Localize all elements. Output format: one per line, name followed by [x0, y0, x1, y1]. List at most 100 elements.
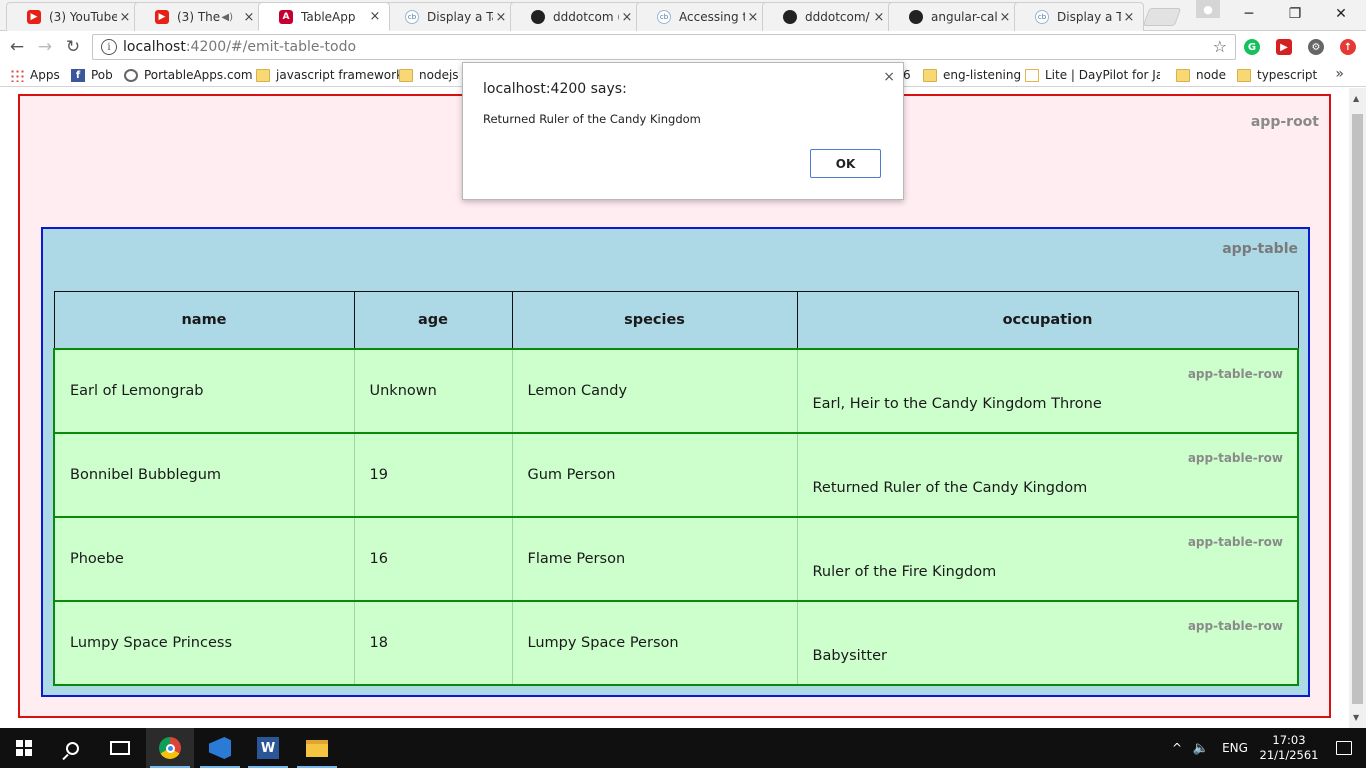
bookmark-pob[interactable]: f Pob — [71, 67, 113, 83]
cell-name: Phoebe — [53, 516, 354, 601]
bookmark-6[interactable]: 6 — [903, 67, 911, 83]
table-row: Lumpy Space Princess 18 Lumpy Space Pers… — [53, 600, 1299, 685]
app-root-tag: app-root — [1250, 114, 1319, 130]
tab-dddotcom-1[interactable]: dddotcom ( × — [510, 2, 642, 31]
taskbar-chrome[interactable] — [146, 728, 194, 768]
clock[interactable]: 17:03 21/1/2561 — [1256, 733, 1322, 763]
app-table-row-tag: app-table-row — [1187, 366, 1283, 381]
tab-display-table-1[interactable]: cb Display a Tal × — [384, 2, 516, 31]
scroll-down-icon[interactable]: ▼ — [1353, 713, 1359, 722]
bookmark-daypilot[interactable]: Lite | DayPilot for Java — [1025, 67, 1160, 83]
volume-icon[interactable]: 🔈 — [1188, 741, 1214, 756]
task-view-button[interactable] — [96, 728, 144, 768]
search-button[interactable] — [48, 728, 96, 768]
window-close-button[interactable]: ✕ — [1318, 2, 1364, 26]
cell-occupation: app-table-row Ruler of the Fire Kingdom — [796, 516, 1299, 601]
tab-dddotcom-2[interactable]: dddotcom/ × — [762, 2, 894, 31]
close-icon[interactable]: × — [367, 9, 383, 24]
tab-youtube-2[interactable]: ▶ (3) The C ◀) × — [134, 2, 264, 31]
grammarly-icon[interactable]: G — [1244, 39, 1260, 55]
folder-icon — [1237, 68, 1251, 82]
restore-button[interactable]: ❐ — [1272, 2, 1318, 26]
speaker-icon[interactable]: ◀) — [221, 12, 233, 23]
tab-title: Accessing th — [679, 10, 745, 24]
tab-title: dddotcom/ — [805, 10, 870, 24]
back-icon[interactable]: ← — [6, 36, 28, 58]
taskbar-file-explorer[interactable] — [293, 728, 341, 768]
scrollbar-thumb[interactable] — [1352, 114, 1363, 704]
forward-icon[interactable]: → — [34, 36, 56, 58]
folder-icon — [1176, 68, 1190, 82]
extension-red-icon[interactable]: ▶ — [1276, 39, 1292, 55]
bookmark-label: Pob — [91, 68, 113, 82]
cell-age: 16 — [353, 516, 512, 601]
bookmark-eng-listening[interactable]: eng-listening — [923, 67, 1021, 83]
tab-title: dddotcom ( — [553, 10, 619, 24]
chrome-icon — [159, 737, 181, 759]
tab-display-table-2[interactable]: cb Display a Tal × — [1014, 2, 1144, 31]
close-icon[interactable]: × — [493, 10, 509, 25]
tab-tableapp[interactable]: A TableApp × — [258, 2, 390, 31]
minimize-button[interactable]: ─ — [1226, 2, 1272, 26]
update-icon[interactable]: ↑ — [1340, 39, 1356, 55]
cell-occupation: app-table-row Earl, Heir to the Candy Kin… — [796, 348, 1299, 433]
reload-icon[interactable]: ↻ — [62, 36, 84, 58]
cell-species: Gum Person — [511, 432, 797, 517]
apps-grid-icon — [10, 68, 24, 82]
data-table: name age species occupation Earl of Lemo… — [53, 291, 1299, 686]
header-occupation: occupation — [796, 291, 1299, 349]
ok-button[interactable]: OK — [810, 149, 881, 178]
bookmark-node[interactable]: node — [1176, 67, 1226, 83]
close-icon[interactable]: × — [745, 10, 761, 25]
language-indicator[interactable]: ENG — [1214, 741, 1256, 755]
taskbar-word[interactable]: W — [244, 728, 292, 768]
scroll-up-icon[interactable]: ▲ — [1353, 94, 1359, 103]
close-icon[interactable]: × — [241, 10, 257, 25]
cell-age: 19 — [353, 432, 512, 517]
bookmark-apps[interactable]: Apps — [10, 67, 60, 83]
youtube-icon: ▶ — [155, 10, 169, 24]
address-bar[interactable]: i localhost:4200/#/emit-table-todo ☆ — [92, 34, 1236, 60]
tab-title: Display a Tal — [1057, 10, 1121, 24]
bookmark-nodejs[interactable]: nodejs — [399, 67, 459, 83]
windows-logo-icon — [16, 740, 32, 756]
close-icon[interactable]: × — [871, 10, 887, 25]
tab-youtube-1[interactable]: ▶ (3) YouTube × — [6, 2, 140, 31]
close-icon[interactable]: × — [117, 10, 133, 25]
facebook-icon: f — [71, 68, 85, 82]
github-icon — [531, 10, 545, 24]
bookmark-portableapps[interactable]: PortableApps.com — [124, 67, 253, 83]
github-icon — [909, 10, 923, 24]
gear-extension-icon[interactable]: ⚙ — [1308, 39, 1324, 55]
bookmark-label: PortableApps.com — [144, 68, 253, 82]
app-table-row-tag: app-table-row — [1187, 618, 1283, 633]
angular-icon: A — [279, 9, 293, 24]
close-icon[interactable]: × — [619, 10, 635, 25]
new-tab-button[interactable] — [1142, 8, 1182, 26]
app-table-row-tag: app-table-row — [1187, 534, 1283, 549]
bookmark-star-icon[interactable]: ☆ — [1213, 37, 1227, 56]
app-table-tag: app-table — [1222, 241, 1298, 257]
vertical-scrollbar[interactable]: ▲ ▼ — [1349, 88, 1366, 728]
taskbar-vscode[interactable] — [196, 728, 244, 768]
info-icon[interactable]: i — [101, 39, 117, 55]
cell-age: Unknown — [353, 348, 512, 433]
profile-icon[interactable]: ● — [1196, 0, 1220, 18]
bookmark-typescript[interactable]: typescript — [1237, 67, 1317, 83]
close-icon[interactable]: × — [997, 10, 1013, 25]
start-button[interactable] — [0, 728, 48, 768]
tab-angular-calc[interactable]: angular-calc × — [888, 2, 1020, 31]
close-icon[interactable]: × — [883, 69, 895, 85]
close-icon[interactable]: × — [1121, 10, 1137, 25]
bookmarks-overflow-icon[interactable]: » — [1335, 66, 1344, 82]
tab-title: Display a Tal — [427, 10, 493, 24]
bookmark-label: javascript framework — [276, 68, 404, 82]
bookmark-label: nodejs — [419, 68, 459, 82]
cell-name: Earl of Lemongrab — [53, 348, 354, 433]
action-center-icon[interactable] — [1322, 741, 1366, 755]
bookmark-javascript-framework[interactable]: javascript framework — [256, 67, 403, 83]
folder-icon — [256, 68, 270, 82]
chevron-up-icon[interactable]: ^ — [1166, 741, 1188, 755]
tab-accessing[interactable]: cb Accessing th × — [636, 2, 768, 31]
task-view-icon — [110, 741, 130, 755]
